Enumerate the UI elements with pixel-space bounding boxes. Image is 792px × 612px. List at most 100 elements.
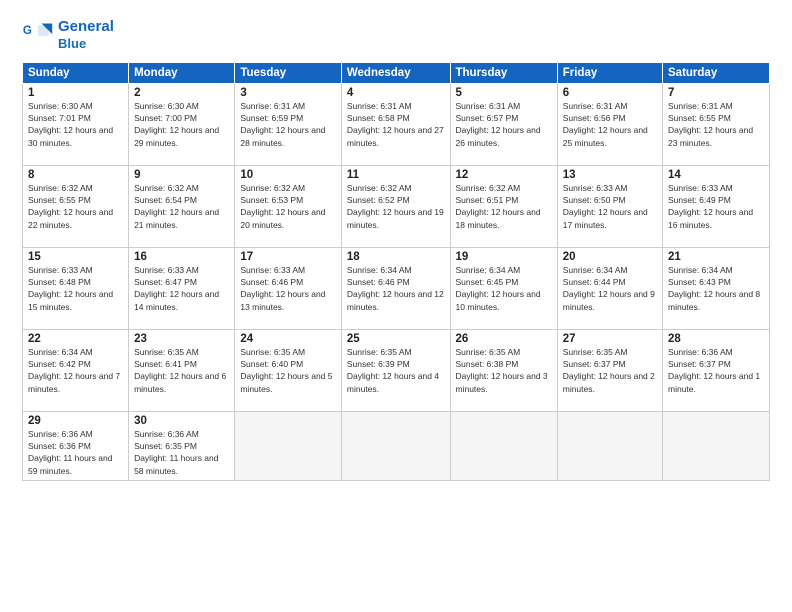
calendar-cell: 18Sunrise: 6:34 AMSunset: 6:46 PMDayligh… (341, 247, 450, 329)
calendar-cell: 10Sunrise: 6:32 AMSunset: 6:53 PMDayligh… (235, 165, 342, 247)
day-info: Sunrise: 6:31 AMSunset: 6:57 PMDaylight:… (456, 100, 552, 149)
day-info: Sunrise: 6:31 AMSunset: 6:59 PMDaylight:… (240, 100, 336, 149)
calendar-week-row: 29Sunrise: 6:36 AMSunset: 6:36 PMDayligh… (23, 411, 770, 480)
calendar-cell: 8Sunrise: 6:32 AMSunset: 6:55 PMDaylight… (23, 165, 129, 247)
day-number: 15 (28, 251, 123, 263)
weekday-header-monday: Monday (129, 62, 235, 83)
weekday-header-tuesday: Tuesday (235, 62, 342, 83)
calendar-cell: 13Sunrise: 6:33 AMSunset: 6:50 PMDayligh… (557, 165, 662, 247)
day-number: 20 (563, 251, 657, 263)
calendar-cell: 1Sunrise: 6:30 AMSunset: 7:01 PMDaylight… (23, 83, 129, 165)
calendar-week-row: 22Sunrise: 6:34 AMSunset: 6:42 PMDayligh… (23, 329, 770, 411)
day-number: 30 (134, 415, 229, 427)
day-info: Sunrise: 6:34 AMSunset: 6:42 PMDaylight:… (28, 346, 123, 395)
day-number: 28 (668, 333, 764, 345)
weekday-header-sunday: Sunday (23, 62, 129, 83)
calendar-cell: 16Sunrise: 6:33 AMSunset: 6:47 PMDayligh… (129, 247, 235, 329)
day-info: Sunrise: 6:30 AMSunset: 7:01 PMDaylight:… (28, 100, 123, 149)
calendar-cell: 2Sunrise: 6:30 AMSunset: 7:00 PMDaylight… (129, 83, 235, 165)
calendar-cell: 4Sunrise: 6:31 AMSunset: 6:58 PMDaylight… (341, 83, 450, 165)
calendar-cell: 11Sunrise: 6:32 AMSunset: 6:52 PMDayligh… (341, 165, 450, 247)
day-info: Sunrise: 6:35 AMSunset: 6:37 PMDaylight:… (563, 346, 657, 395)
day-number: 7 (668, 87, 764, 99)
calendar-cell: 24Sunrise: 6:35 AMSunset: 6:40 PMDayligh… (235, 329, 342, 411)
day-number: 23 (134, 333, 229, 345)
day-number: 24 (240, 333, 336, 345)
calendar-cell (235, 411, 342, 480)
calendar-week-row: 15Sunrise: 6:33 AMSunset: 6:48 PMDayligh… (23, 247, 770, 329)
day-info: Sunrise: 6:31 AMSunset: 6:56 PMDaylight:… (563, 100, 657, 149)
day-info: Sunrise: 6:30 AMSunset: 7:00 PMDaylight:… (134, 100, 229, 149)
day-info: Sunrise: 6:33 AMSunset: 6:46 PMDaylight:… (240, 264, 336, 313)
calendar-table: SundayMondayTuesdayWednesdayThursdayFrid… (22, 62, 770, 481)
day-number: 19 (456, 251, 552, 263)
day-info: Sunrise: 6:34 AMSunset: 6:45 PMDaylight:… (456, 264, 552, 313)
day-info: Sunrise: 6:33 AMSunset: 6:50 PMDaylight:… (563, 182, 657, 231)
calendar-cell: 5Sunrise: 6:31 AMSunset: 6:57 PMDaylight… (450, 83, 557, 165)
day-number: 26 (456, 333, 552, 345)
calendar-cell: 3Sunrise: 6:31 AMSunset: 6:59 PMDaylight… (235, 83, 342, 165)
day-number: 4 (347, 87, 445, 99)
calendar-cell: 7Sunrise: 6:31 AMSunset: 6:55 PMDaylight… (663, 83, 770, 165)
logo-text: General Blue (58, 18, 114, 52)
day-info: Sunrise: 6:32 AMSunset: 6:55 PMDaylight:… (28, 182, 123, 231)
day-number: 21 (668, 251, 764, 263)
page: G General Blue SundayMondayTuesdayWednes… (0, 0, 792, 612)
calendar-cell: 23Sunrise: 6:35 AMSunset: 6:41 PMDayligh… (129, 329, 235, 411)
day-number: 5 (456, 87, 552, 99)
day-info: Sunrise: 6:32 AMSunset: 6:52 PMDaylight:… (347, 182, 445, 231)
calendar-cell: 20Sunrise: 6:34 AMSunset: 6:44 PMDayligh… (557, 247, 662, 329)
calendar-cell: 15Sunrise: 6:33 AMSunset: 6:48 PMDayligh… (23, 247, 129, 329)
day-number: 16 (134, 251, 229, 263)
day-info: Sunrise: 6:34 AMSunset: 6:43 PMDaylight:… (668, 264, 764, 313)
day-number: 2 (134, 87, 229, 99)
day-number: 12 (456, 169, 552, 181)
day-number: 22 (28, 333, 123, 345)
calendar-cell: 22Sunrise: 6:34 AMSunset: 6:42 PMDayligh… (23, 329, 129, 411)
calendar-cell (557, 411, 662, 480)
calendar-cell: 29Sunrise: 6:36 AMSunset: 6:36 PMDayligh… (23, 411, 129, 480)
day-number: 6 (563, 87, 657, 99)
logo-icon: G (22, 21, 54, 49)
day-number: 27 (563, 333, 657, 345)
day-info: Sunrise: 6:33 AMSunset: 6:48 PMDaylight:… (28, 264, 123, 313)
calendar-cell: 19Sunrise: 6:34 AMSunset: 6:45 PMDayligh… (450, 247, 557, 329)
calendar-cell: 12Sunrise: 6:32 AMSunset: 6:51 PMDayligh… (450, 165, 557, 247)
day-number: 29 (28, 415, 123, 427)
calendar-cell: 30Sunrise: 6:36 AMSunset: 6:35 PMDayligh… (129, 411, 235, 480)
day-info: Sunrise: 6:31 AMSunset: 6:58 PMDaylight:… (347, 100, 445, 149)
day-number: 11 (347, 169, 445, 181)
weekday-header-thursday: Thursday (450, 62, 557, 83)
calendar-cell: 14Sunrise: 6:33 AMSunset: 6:49 PMDayligh… (663, 165, 770, 247)
calendar-week-row: 8Sunrise: 6:32 AMSunset: 6:55 PMDaylight… (23, 165, 770, 247)
calendar-cell: 21Sunrise: 6:34 AMSunset: 6:43 PMDayligh… (663, 247, 770, 329)
day-number: 17 (240, 251, 336, 263)
calendar-cell: 25Sunrise: 6:35 AMSunset: 6:39 PMDayligh… (341, 329, 450, 411)
calendar-cell (450, 411, 557, 480)
logo: G General Blue (22, 18, 114, 52)
day-number: 8 (28, 169, 123, 181)
calendar-cell: 27Sunrise: 6:35 AMSunset: 6:37 PMDayligh… (557, 329, 662, 411)
day-number: 1 (28, 87, 123, 99)
header: G General Blue (22, 18, 770, 52)
calendar-cell (663, 411, 770, 480)
day-info: Sunrise: 6:32 AMSunset: 6:54 PMDaylight:… (134, 182, 229, 231)
calendar-cell: 26Sunrise: 6:35 AMSunset: 6:38 PMDayligh… (450, 329, 557, 411)
weekday-header-saturday: Saturday (663, 62, 770, 83)
day-number: 18 (347, 251, 445, 263)
calendar-cell (341, 411, 450, 480)
calendar-week-row: 1Sunrise: 6:30 AMSunset: 7:01 PMDaylight… (23, 83, 770, 165)
svg-text:G: G (23, 25, 32, 37)
calendar-cell: 17Sunrise: 6:33 AMSunset: 6:46 PMDayligh… (235, 247, 342, 329)
weekday-header-wednesday: Wednesday (341, 62, 450, 83)
day-number: 9 (134, 169, 229, 181)
day-number: 13 (563, 169, 657, 181)
day-info: Sunrise: 6:32 AMSunset: 6:51 PMDaylight:… (456, 182, 552, 231)
day-number: 14 (668, 169, 764, 181)
day-info: Sunrise: 6:35 AMSunset: 6:38 PMDaylight:… (456, 346, 552, 395)
day-number: 25 (347, 333, 445, 345)
calendar-cell: 6Sunrise: 6:31 AMSunset: 6:56 PMDaylight… (557, 83, 662, 165)
day-info: Sunrise: 6:36 AMSunset: 6:36 PMDaylight:… (28, 428, 123, 477)
day-number: 10 (240, 169, 336, 181)
day-info: Sunrise: 6:31 AMSunset: 6:55 PMDaylight:… (668, 100, 764, 149)
